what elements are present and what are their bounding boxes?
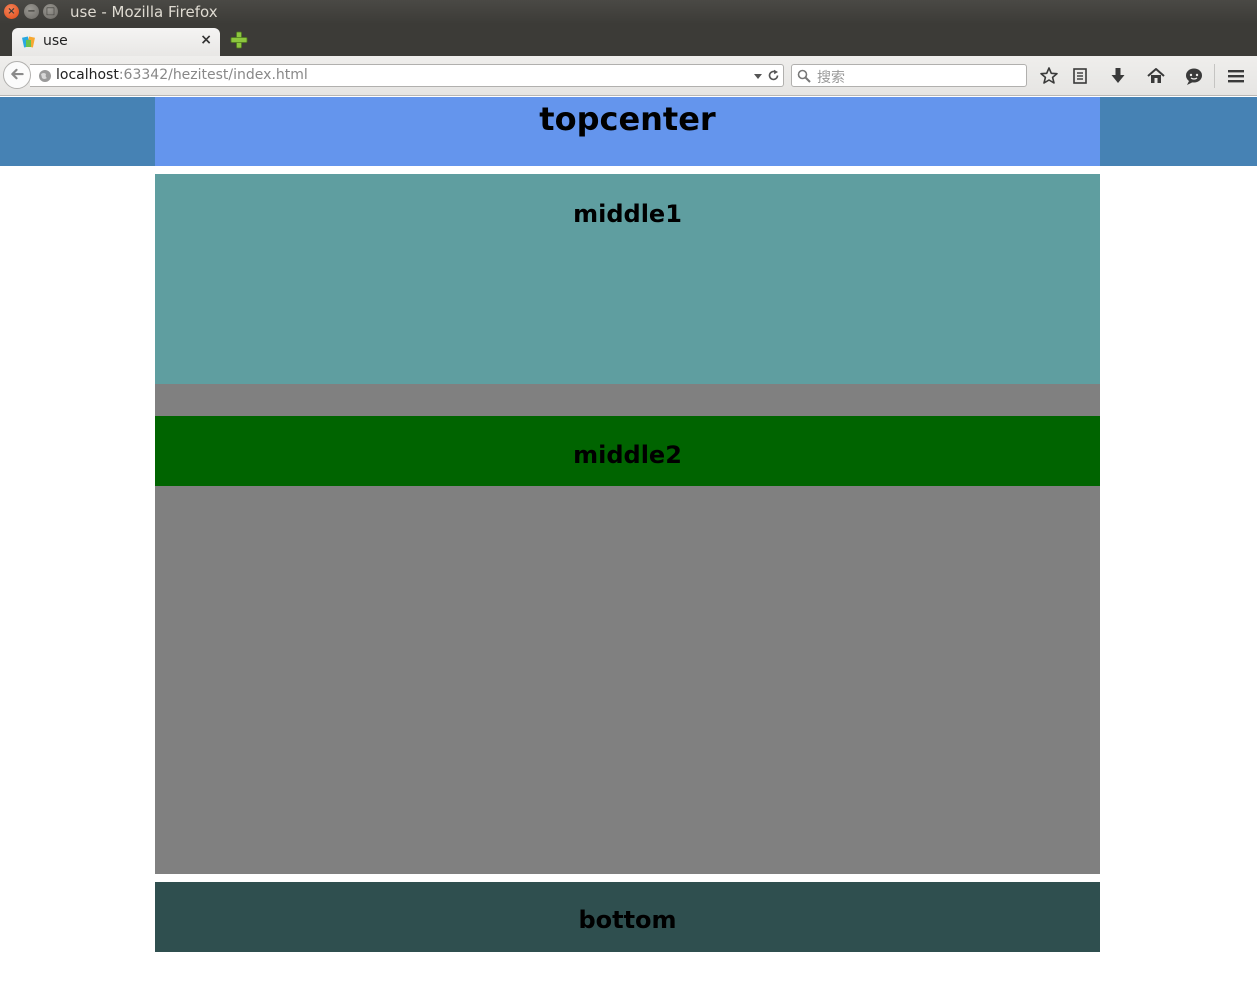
window-minimize-button[interactable]: − — [24, 4, 39, 19]
maximize-icon: □ — [45, 6, 56, 17]
url-path: :63342/hezitest/index.html — [118, 67, 308, 83]
tab-label: use — [43, 33, 68, 49]
chat-icon[interactable] — [1184, 66, 1204, 86]
bottom-block: bottom — [155, 882, 1100, 952]
back-button[interactable] — [3, 61, 31, 89]
middle2-label: middle2 — [573, 441, 682, 469]
plus-icon[interactable] — [230, 31, 248, 49]
home-icon[interactable] — [1146, 66, 1166, 86]
page-content: topcenter middle1 middle2 bottom — [0, 97, 1257, 995]
reading-list-icon[interactable] — [1070, 66, 1090, 86]
reload-icon[interactable] — [767, 69, 780, 82]
tab-strip: use × — [0, 24, 1257, 56]
star-icon[interactable] — [1039, 66, 1059, 86]
download-icon[interactable] — [1108, 66, 1128, 86]
middle1-label: middle1 — [573, 200, 682, 228]
search-bar[interactable]: 搜索 — [791, 64, 1027, 87]
middle2-block: middle2 — [155, 416, 1100, 486]
middle-container: middle1 middle2 — [155, 174, 1100, 874]
window-title: use - Mozilla Firefox — [70, 3, 218, 21]
top-block: topcenter — [0, 97, 1257, 166]
window-close-button[interactable]: × — [4, 4, 19, 19]
navigation-toolbar: localhost:63342/hezitest/index.html 搜索 — [0, 56, 1257, 96]
window-titlebar: × − □ use - Mozilla Firefox — [0, 0, 1257, 24]
topcenter-block: topcenter — [155, 97, 1100, 166]
close-icon: × — [7, 6, 16, 17]
dropdown-arrow-icon[interactable] — [753, 71, 763, 81]
minimize-icon: − — [27, 6, 36, 17]
bottom-label: bottom — [578, 906, 677, 934]
window-maximize-button[interactable]: □ — [43, 4, 58, 19]
middle1-block: middle1 — [155, 174, 1100, 384]
search-icon — [797, 69, 811, 83]
toolbar-separator — [1214, 64, 1215, 88]
hamburger-menu-icon[interactable] — [1226, 66, 1246, 86]
page-favicon-icon — [22, 36, 35, 48]
url-host: localhost — [56, 67, 119, 83]
url-bar[interactable]: localhost:63342/hezitest/index.html — [30, 64, 784, 87]
globe-icon[interactable] — [38, 69, 52, 83]
tab-close-icon[interactable]: × — [200, 32, 212, 48]
topcenter-label: topcenter — [539, 100, 716, 138]
url-text[interactable]: localhost:63342/hezitest/index.html — [56, 67, 308, 83]
search-placeholder: 搜索 — [817, 70, 845, 86]
tab-use[interactable]: use × — [12, 28, 220, 56]
back-arrow-icon — [11, 68, 24, 80]
